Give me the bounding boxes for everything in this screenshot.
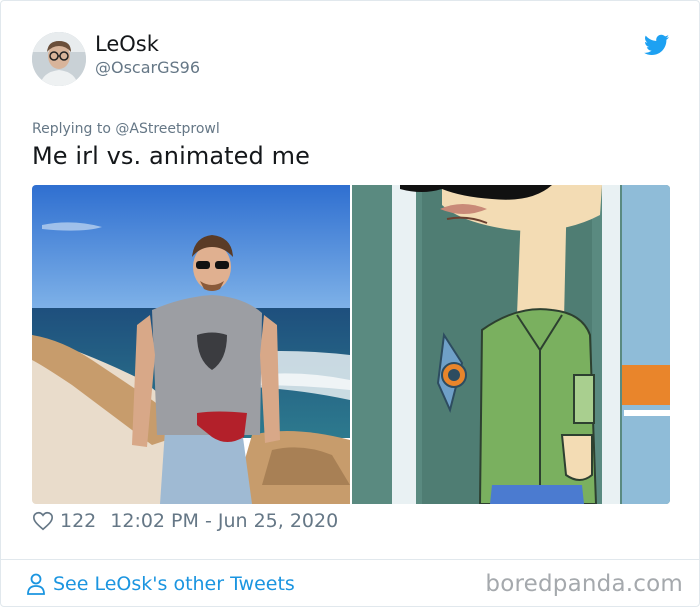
tweet-text: Me irl vs. animated me <box>32 142 310 170</box>
heart-icon[interactable] <box>32 510 54 532</box>
like-count[interactable]: 122 <box>60 510 96 532</box>
tweet-media[interactable] <box>32 185 670 504</box>
see-other-tweets-label[interactable]: See LeOsk's other Tweets <box>53 573 295 595</box>
divider <box>1 559 700 560</box>
twitter-bird-icon[interactable] <box>644 34 669 56</box>
person-icon <box>27 573 45 595</box>
display-name[interactable]: LeOsk <box>95 32 159 56</box>
avatar[interactable] <box>32 32 86 86</box>
avatar-image <box>32 32 86 86</box>
timestamp[interactable]: 12:02 PM - Jun 25, 2020 <box>110 510 338 532</box>
watermark: boredpanda.com <box>485 571 683 597</box>
photo-real-life[interactable] <box>32 185 350 504</box>
photo-animated[interactable] <box>352 185 670 504</box>
see-other-tweets-link[interactable]: See LeOsk's other Tweets <box>26 571 295 597</box>
replying-to[interactable]: Replying to @AStreetprowl <box>32 121 220 137</box>
tweet-card: LeOsk @OscarGS96 Replying to @AStreetpro… <box>0 0 700 607</box>
tweet-meta: 122 12:02 PM - Jun 25, 2020 <box>32 507 338 535</box>
user-handle[interactable]: @OscarGS96 <box>95 58 200 77</box>
